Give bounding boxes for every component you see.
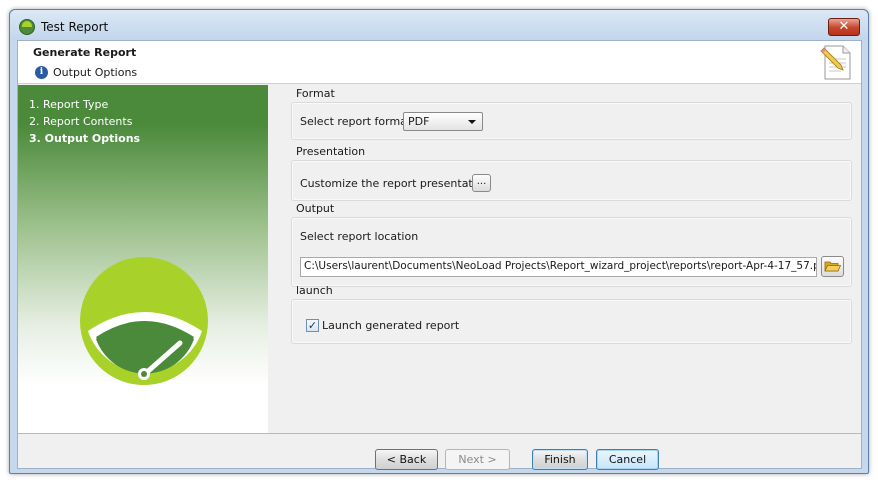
folder-open-icon bbox=[824, 261, 842, 272]
step-output-options: 3. Output Options bbox=[29, 132, 141, 145]
neoload-gauge-icon bbox=[19, 19, 35, 35]
format-group: Select report format PDF bbox=[291, 102, 852, 140]
presentation-group-title: Presentation bbox=[296, 145, 366, 158]
report-format-value: PDF bbox=[408, 115, 430, 128]
wizard-header: Generate Report i Output Options bbox=[18, 41, 861, 84]
browse-folder-button[interactable] bbox=[821, 256, 844, 277]
title-bar[interactable]: Test Report ✕ bbox=[10, 10, 868, 40]
report-document-icon bbox=[820, 45, 851, 80]
finish-button-label: Finish bbox=[544, 453, 576, 466]
launch-group: ✓ Launch generated report bbox=[291, 299, 852, 344]
page-title: Generate Report bbox=[33, 46, 137, 59]
wizard-steps-panel: 1. Report Type 2. Report Contents 3. Out… bbox=[18, 85, 268, 433]
wizard-content: Format Select report format PDF Presenta… bbox=[289, 85, 861, 433]
output-group: Select report location C:\Users\laurent\… bbox=[291, 217, 852, 287]
next-button[interactable]: Next > bbox=[445, 449, 510, 470]
page-subtitle: Output Options bbox=[53, 66, 138, 79]
step-report-contents: 2. Report Contents bbox=[29, 115, 133, 128]
launch-group-title: launch bbox=[296, 284, 333, 297]
launch-report-checkbox[interactable]: ✓ bbox=[306, 319, 319, 332]
report-format-select[interactable]: PDF bbox=[403, 112, 483, 131]
back-button-label: < Back bbox=[386, 453, 427, 466]
output-location-label: Select report location bbox=[300, 230, 419, 243]
format-group-title: Format bbox=[296, 87, 335, 100]
close-button[interactable]: ✕ bbox=[828, 18, 860, 36]
output-group-title: Output bbox=[296, 202, 335, 215]
cancel-button-label: Cancel bbox=[608, 453, 647, 466]
footer-divider bbox=[18, 433, 861, 434]
presentation-label: Customize the report presentation bbox=[300, 177, 490, 190]
step-report-type: 1. Report Type bbox=[29, 98, 109, 111]
report-wizard-window: Test Report ✕ Generate Report i Output O… bbox=[9, 9, 869, 474]
neoload-gauge-logo-icon bbox=[80, 257, 208, 385]
finish-button[interactable]: Finish bbox=[532, 449, 588, 470]
next-button-label: Next > bbox=[458, 453, 497, 466]
chevron-down-icon bbox=[468, 120, 476, 124]
presentation-group: Customize the report presentation ... bbox=[291, 160, 852, 201]
format-label: Select report format bbox=[300, 115, 412, 128]
info-icon: i bbox=[35, 66, 48, 79]
customize-presentation-button[interactable]: ... bbox=[472, 174, 491, 192]
window-title: Test Report bbox=[41, 20, 109, 34]
cancel-button[interactable]: Cancel bbox=[596, 449, 659, 470]
report-location-input[interactable]: C:\Users\laurent\Documents\NeoLoad Proje… bbox=[300, 257, 817, 277]
wizard-client-area: Generate Report i Output Options 1. Repo… bbox=[17, 40, 862, 470]
back-button[interactable]: < Back bbox=[375, 449, 438, 470]
launch-report-label[interactable]: Launch generated report bbox=[322, 319, 459, 332]
